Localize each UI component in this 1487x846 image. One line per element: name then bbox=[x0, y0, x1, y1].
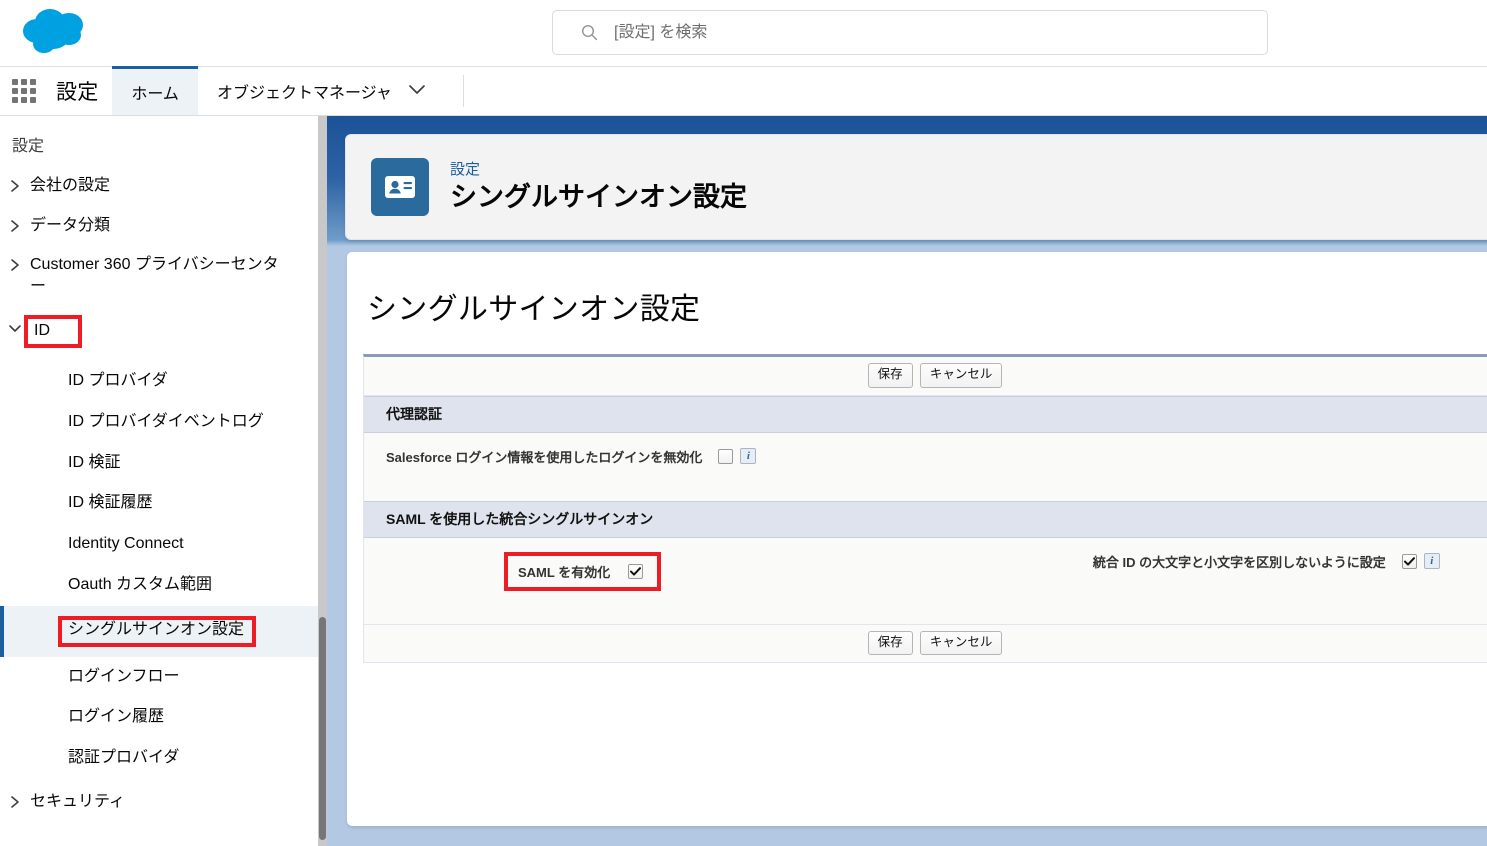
sidebar-item-security[interactable]: セキュリティ bbox=[0, 782, 318, 822]
sidebar-item-label: ID プロバイダ bbox=[68, 371, 168, 389]
field-row-disable-salesforce-login: Salesforce ログイン情報を使用したログインを無効化 i bbox=[364, 432, 1487, 485]
sidebar-item-label: Identity Connect bbox=[68, 535, 184, 553]
sidebar-item-company-settings[interactable]: 会社の設定 bbox=[0, 166, 318, 206]
setup-sidebar: 設定 会社の設定 データ分類 Customer 360 プライバシーセンター I… bbox=[0, 116, 318, 846]
tab-object-manager-label: オブジェクトマネージャ bbox=[216, 85, 392, 102]
row-spacer bbox=[364, 484, 1487, 501]
field-label: 統合 ID の大文字と小文字を区別しないように設定 bbox=[1092, 554, 1386, 570]
field-row-saml: SAML を有効化 統合 ID の大文字と小文字を区別しないように設定 i bbox=[364, 537, 1487, 608]
disable-salesforce-login-checkbox[interactable] bbox=[718, 448, 734, 464]
sidebar-item-label: セキュリティ bbox=[30, 792, 126, 810]
sidebar-item-auth-providers[interactable]: 認証プロバイダ bbox=[0, 738, 318, 779]
chevron-right-icon[interactable] bbox=[0, 791, 30, 809]
save-button-bottom[interactable]: 保存 bbox=[867, 630, 913, 656]
tab-object-manager[interactable]: オブジェクトマネージャ bbox=[198, 67, 445, 115]
info-icon[interactable]: i bbox=[740, 448, 757, 465]
sidebar-item-label: データ分類 bbox=[30, 216, 111, 234]
chevron-right-icon[interactable] bbox=[0, 175, 30, 193]
sidebar-item-label: 会社の設定 bbox=[30, 177, 111, 194]
sidebar-item-label: Oauth カスタム範囲 bbox=[68, 575, 213, 593]
app-navigation-bar: 設定 ホーム オブジェクトマネージャ bbox=[0, 66, 1487, 116]
sidebar-item-label: シングルサインオン設定 bbox=[68, 620, 245, 638]
sidebar-item-data-classification[interactable]: データ分類 bbox=[0, 206, 318, 246]
sidebar-item-single-sign-on-settings[interactable]: シングルサインオン設定 bbox=[0, 605, 318, 657]
sidebar-item-label: ID プロバイダイベントログ bbox=[68, 412, 264, 430]
sidebar-item-label: ID 検証履歴 bbox=[68, 494, 153, 512]
sidebar-item-label: ID bbox=[34, 322, 50, 340]
app-name-label: 設定 bbox=[56, 81, 99, 104]
cancel-button-top[interactable]: キャンセル bbox=[919, 363, 1003, 388]
page-header-card: 設定 シングルサインオン設定 bbox=[345, 134, 1487, 240]
sidebar-item-label: Customer 360 プライバシーセンター bbox=[30, 256, 279, 295]
app-launcher-icon[interactable] bbox=[0, 67, 48, 115]
sso-settings-form: 保存 キャンセル 代理認証 Salesforce ログイン情報を使用したログイン… bbox=[363, 354, 1487, 664]
breadcrumb[interactable]: 設定 bbox=[450, 159, 747, 180]
sidebar-scrollbar-thumb[interactable] bbox=[319, 617, 326, 840]
sidebar-item-login-flows[interactable]: ログインフロー bbox=[0, 657, 318, 698]
section-heading-delegated-auth: 代理認証 bbox=[364, 395, 1487, 433]
search-input-wrapper[interactable] bbox=[552, 10, 1268, 55]
global-header bbox=[0, 0, 1487, 67]
cancel-button-bottom[interactable]: キャンセル bbox=[919, 630, 1003, 656]
form-toolbar-bottom: 保存 キャンセル bbox=[364, 623, 1487, 663]
sidebar-item-sso-highlight: シングルサインオン設定 bbox=[58, 615, 257, 647]
sidebar-item-label: ログインフロー bbox=[68, 667, 180, 685]
section-title: シングルサインオン設定 bbox=[367, 293, 701, 326]
search-input[interactable] bbox=[614, 11, 1267, 54]
sidebar-item-identity-connect[interactable]: Identity Connect bbox=[0, 524, 318, 565]
id-card-icon bbox=[371, 158, 429, 216]
field-label: Salesforce ログイン情報を使用したログインを無効化 bbox=[386, 449, 703, 465]
federation-id-case-insensitive-checkbox[interactable] bbox=[1401, 553, 1417, 569]
chevron-right-icon[interactable] bbox=[0, 215, 30, 233]
sidebar-item-id-highlight: ID bbox=[24, 315, 82, 348]
save-button-top[interactable]: 保存 bbox=[867, 363, 913, 388]
saml-enabled-checkbox[interactable] bbox=[628, 563, 644, 579]
chevron-down-icon[interactable] bbox=[408, 82, 426, 100]
sidebar-item-oauth-custom-scopes[interactable]: Oauth カスタム範囲 bbox=[0, 565, 318, 606]
section-heading-saml-sso: SAML を使用した統合シングルサインオン bbox=[364, 500, 1487, 538]
sidebar-item-label: ID 検証 bbox=[68, 453, 121, 471]
sidebar-item-label: ログイン履歴 bbox=[68, 708, 165, 726]
form-toolbar-top: 保存 キャンセル bbox=[364, 357, 1487, 396]
tab-home-label: ホーム bbox=[131, 86, 179, 103]
main-content-card: シングルサインオン設定 保存 キャンセル 代理認証 Salesforce ログイ… bbox=[347, 252, 1487, 826]
sidebar-title: 設定 bbox=[12, 138, 45, 155]
page-title: シングルサインオン設定 bbox=[450, 182, 747, 213]
search-icon bbox=[581, 24, 598, 41]
sidebar-item-identity-verification[interactable]: ID 検証 bbox=[0, 443, 318, 484]
tab-home[interactable]: ホーム bbox=[112, 66, 198, 115]
sidebar-item-id-provider[interactable]: ID プロバイダ bbox=[0, 361, 318, 402]
sidebar-item-identity-verification-history[interactable]: ID 検証履歴 bbox=[0, 483, 318, 524]
nav-divider bbox=[462, 75, 464, 107]
info-icon[interactable]: i bbox=[1423, 553, 1440, 570]
sidebar-item-label: 認証プロバイダ bbox=[68, 749, 180, 767]
row-spacer bbox=[364, 607, 1487, 624]
chevron-right-icon[interactable] bbox=[0, 254, 30, 272]
sidebar-item-login-history[interactable]: ログイン履歴 bbox=[0, 697, 318, 738]
sidebar-item-id-provider-event-log[interactable]: ID プロバイダイベントログ bbox=[0, 402, 318, 443]
saml-enable-highlight: SAML を有効化 bbox=[504, 551, 662, 591]
sidebar-item-id[interactable]: ID bbox=[0, 306, 318, 361]
sidebar-item-customer-360-privacy-center[interactable]: Customer 360 プライバシーセンター bbox=[0, 245, 318, 306]
field-label: SAML を有効化 bbox=[518, 564, 611, 580]
salesforce-cloud-logo[interactable] bbox=[20, 6, 94, 60]
